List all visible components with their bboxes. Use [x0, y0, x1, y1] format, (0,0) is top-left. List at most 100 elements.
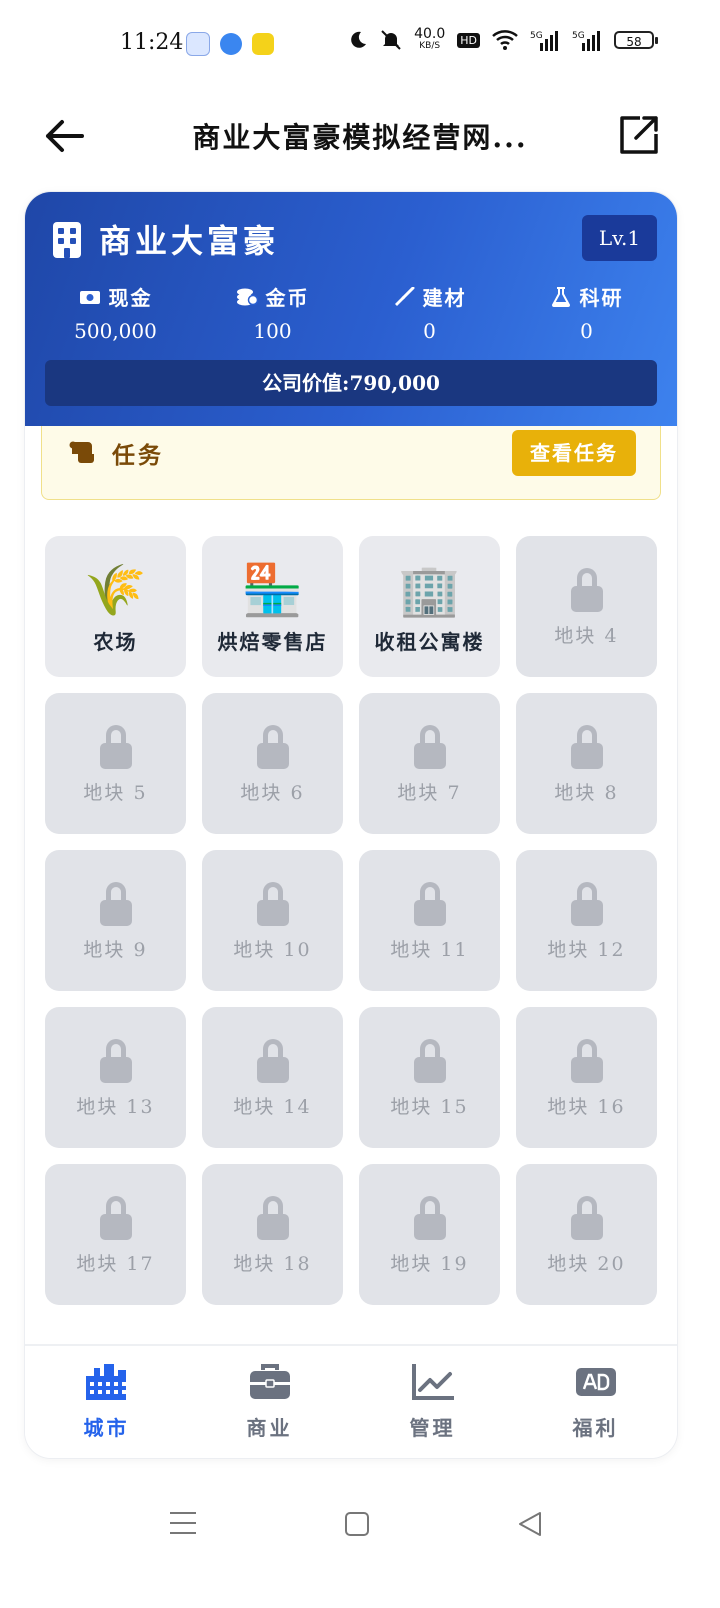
- land-plot-locked[interactable]: 地块 5: [45, 693, 186, 834]
- plot-label: 地块 12: [547, 939, 626, 961]
- task-banner: 任务 查看任务: [41, 426, 661, 500]
- status-bar: 11:24 40.0 KB/S HD 5G 5G 58: [0, 0, 720, 90]
- lock-icon: [571, 882, 603, 926]
- view-tasks-button[interactable]: 查看任务: [512, 430, 636, 476]
- battery-icon: 58: [614, 31, 658, 49]
- land-plot-locked[interactable]: 地块 18: [202, 1164, 343, 1305]
- lock-icon: [571, 1039, 603, 1083]
- lock-icon: [414, 1039, 446, 1083]
- system-nav-bar: [0, 1490, 720, 1560]
- plot-label: 地块 16: [547, 1096, 626, 1118]
- flask-icon: [551, 286, 570, 307]
- status-app-icons: [186, 32, 274, 56]
- lock-icon: [100, 1039, 132, 1083]
- land-plot-building[interactable]: 🌾 农场: [45, 536, 186, 677]
- level-badge: Lv.1: [582, 215, 657, 261]
- building-emoji-icon: 🏢: [398, 561, 461, 619]
- wifi-icon: [492, 30, 518, 50]
- land-plot-locked[interactable]: 地块 14: [202, 1007, 343, 1148]
- land-plot-locked[interactable]: 地块 17: [45, 1164, 186, 1305]
- land-plot-locked[interactable]: 地块 11: [359, 850, 500, 991]
- land-plot-locked[interactable]: 地块 7: [359, 693, 500, 834]
- stat-coins: 金币 100: [194, 282, 351, 343]
- game-notification-icon: [252, 33, 274, 55]
- nav-business[interactable]: 商业: [188, 1346, 351, 1458]
- signal-5g-icon: 5G: [530, 31, 558, 51]
- land-plot-locked[interactable]: 地块 9: [45, 850, 186, 991]
- land-plot-building[interactable]: 🏢 收租公寓楼: [359, 536, 500, 677]
- ad-icon: [575, 1368, 616, 1396]
- building-emoji-icon: 🌾: [84, 561, 147, 619]
- lock-icon: [571, 568, 603, 612]
- plot-label: 地块 11: [390, 939, 469, 961]
- home-icon[interactable]: [345, 1512, 369, 1536]
- lock-icon: [414, 725, 446, 769]
- plot-label: 地块 18: [233, 1253, 312, 1275]
- bottom-nav: 城市 商业 管理 福利: [25, 1344, 677, 1458]
- nav-city[interactable]: 城市: [25, 1346, 188, 1458]
- nav-manage[interactable]: 管理: [351, 1346, 514, 1458]
- share-external-icon[interactable]: [618, 114, 660, 156]
- browser-notification-icon: [220, 33, 242, 55]
- company-value: 公司价值:790,000: [45, 360, 657, 406]
- land-plot-locked[interactable]: 地块 15: [359, 1007, 500, 1148]
- task-label: 任务: [112, 442, 164, 469]
- net-speed: 40.0 KB/S: [414, 26, 446, 51]
- plot-label: 地块 9: [83, 939, 148, 961]
- plot-label: 地块 14: [233, 1096, 312, 1118]
- plot-label: 地块 13: [76, 1096, 155, 1118]
- stat-cash: 现金 500,000: [74, 286, 157, 343]
- land-grid: 🌾 农场 🏪 烘焙零售店 🏢 收租公寓楼 地块 4 地块 5 地块 6 地块 7 地块 8 地块 9 地…: [45, 536, 657, 1305]
- trowel-icon: [394, 286, 414, 306]
- plot-label: 地块 4: [554, 625, 619, 647]
- plot-label: 地块 17: [76, 1253, 155, 1275]
- stat-materials: 建材 0: [351, 282, 508, 343]
- lock-icon: [100, 1196, 132, 1240]
- land-plot-locked[interactable]: 地块 20: [516, 1164, 657, 1305]
- plot-label: 地块 7: [397, 782, 462, 804]
- system-back-icon[interactable]: [516, 1510, 544, 1538]
- plot-label: 地块 15: [390, 1096, 469, 1118]
- lock-icon: [257, 1039, 289, 1083]
- resource-stats: 现金 500,000 金币 100 建材 0 科研 0: [37, 282, 665, 343]
- building-name: 农场: [93, 630, 138, 654]
- land-plot-locked[interactable]: 地块 10: [202, 850, 343, 991]
- land-plot-locked[interactable]: 地块 4: [516, 536, 657, 677]
- lock-icon: [571, 1196, 603, 1240]
- city-icon: [85, 1364, 126, 1400]
- status-indicators: 40.0 KB/S HD 5G 5G 58: [348, 26, 658, 52]
- land-plot-locked[interactable]: 地块 16: [516, 1007, 657, 1148]
- lock-icon: [571, 725, 603, 769]
- lock-icon: [257, 1196, 289, 1240]
- land-plot-locked[interactable]: 地块 8: [516, 693, 657, 834]
- land-plot-locked[interactable]: 地块 19: [359, 1164, 500, 1305]
- land-plot-building[interactable]: 🏪 烘焙零售店: [202, 536, 343, 677]
- page-title: 商业大富豪模拟经营网...: [192, 121, 528, 154]
- cash-icon: [79, 290, 100, 304]
- mute-bell-icon: [381, 30, 401, 50]
- nav-welfare[interactable]: 福利: [514, 1346, 677, 1458]
- plot-label: 地块 6: [240, 782, 305, 804]
- plot-label: 地块 8: [554, 782, 619, 804]
- plot-label: 地块 20: [547, 1253, 626, 1275]
- app-header: 商业大富豪模拟经营网...: [0, 100, 720, 170]
- status-time: 11:24: [120, 30, 184, 55]
- recent-apps-icon[interactable]: [170, 1512, 196, 1536]
- lock-icon: [100, 725, 132, 769]
- land-plot-locked[interactable]: 地块 6: [202, 693, 343, 834]
- lock-icon: [414, 882, 446, 926]
- land-plot-locked[interactable]: 地块 13: [45, 1007, 186, 1148]
- land-plot-locked[interactable]: 地块 12: [516, 850, 657, 991]
- back-arrow-icon[interactable]: [42, 114, 86, 158]
- hd-icon: HD: [457, 32, 480, 48]
- plot-label: 地块 5: [83, 782, 148, 804]
- company-hero: 商业大富豪 Lv.1 现金 500,000 金币 100 建材 0 科研 0 公…: [25, 192, 677, 426]
- building-icon: [53, 222, 81, 258]
- briefcase-icon: [249, 1364, 290, 1399]
- lock-icon: [257, 725, 289, 769]
- moon-icon: [351, 31, 367, 48]
- app-notification-icon: [186, 32, 210, 56]
- building-emoji-icon: 🏪: [241, 561, 304, 619]
- coins-icon: [236, 288, 258, 305]
- plot-label: 地块 19: [390, 1253, 469, 1275]
